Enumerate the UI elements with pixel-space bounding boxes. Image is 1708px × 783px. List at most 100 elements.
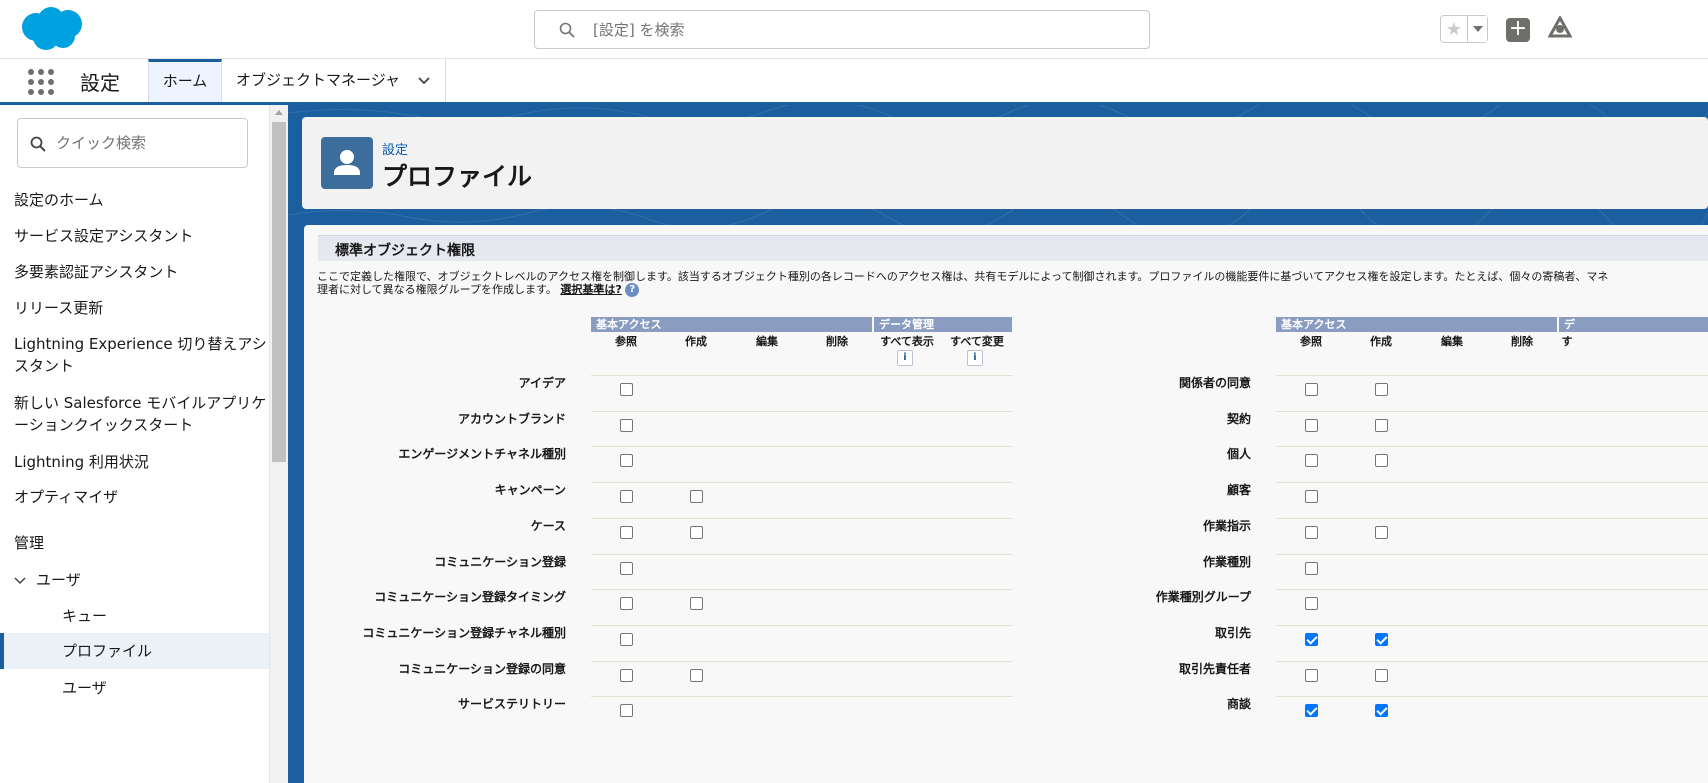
quick-find[interactable] — [17, 118, 248, 168]
read-checkbox[interactable] — [1305, 597, 1318, 611]
chevron-down-icon[interactable] — [417, 74, 431, 88]
salesforce-logo[interactable] — [18, 5, 86, 53]
info-icon[interactable]: i — [967, 350, 983, 366]
sidebar-item-release-updates[interactable]: リリース更新 — [14, 297, 269, 319]
read-checkbox[interactable] — [620, 490, 633, 504]
sidebar-item-optimizer[interactable]: オプティマイザ — [14, 486, 269, 508]
sidebar-item-setup-home[interactable]: 設定のホーム — [14, 189, 269, 211]
group-data-management-right: デ — [1559, 317, 1708, 332]
object-name-label: 取引先 — [1214, 625, 1251, 640]
tab-object-manager-label: オブジェクトマネージャ — [236, 71, 400, 89]
create-checkbox[interactable] — [1375, 668, 1388, 682]
create-checkbox[interactable] — [690, 490, 703, 504]
tab-object-manager[interactable]: オブジェクトマネージャ — [222, 59, 446, 103]
favorites-control[interactable]: ★ — [1440, 15, 1488, 43]
table-row — [1276, 482, 1708, 518]
sidebar-item-lightning-transition[interactable]: Lightning Experience 切り替えアシスタント — [14, 333, 269, 377]
app-name: 設定 — [80, 71, 120, 95]
read-checkbox[interactable] — [620, 561, 633, 575]
object-name-label: 個人 — [1226, 447, 1251, 462]
breadcrumb[interactable]: 設定 — [382, 139, 408, 158]
read-checkbox[interactable] — [620, 668, 633, 682]
read-checkbox[interactable] — [1305, 418, 1318, 432]
object-permissions-panel: 標準オブジェクト権限 ここで定義した権限で、オブジェクトレベルのアクセス権を制御… — [304, 225, 1708, 783]
table-row — [591, 624, 1013, 661]
global-actions-button[interactable]: + — [1506, 18, 1530, 42]
section-title: 標準オブジェクト権限 — [335, 243, 475, 259]
table-row — [591, 410, 1013, 447]
create-checkbox[interactable] — [1375, 525, 1388, 539]
object-name-label: 関係者の同意 — [1178, 376, 1251, 390]
read-checkbox[interactable] — [1305, 668, 1318, 682]
create-checkbox[interactable] — [1375, 632, 1388, 646]
create-checkbox[interactable] — [690, 525, 703, 539]
search-icon — [30, 136, 46, 152]
scrollbar-thumb[interactable] — [272, 122, 286, 462]
object-name-label: ケース — [530, 518, 566, 533]
table-row — [1276, 660, 1708, 697]
create-checkbox[interactable] — [690, 597, 703, 611]
col-create-left: 作成 — [685, 335, 707, 348]
sidebar-item-profiles[interactable]: プロファイル — [0, 633, 269, 669]
read-checkbox[interactable] — [1305, 454, 1318, 468]
sidebar-item-service-setup-assistant[interactable]: サービス設定アシスタント — [14, 225, 269, 247]
favorites-dropdown-button[interactable] — [1467, 16, 1487, 42]
app-launcher-icon[interactable] — [26, 67, 54, 95]
page-title: プロファイル — [382, 162, 533, 191]
info-icon[interactable]: i — [897, 350, 913, 366]
read-checkbox[interactable] — [620, 632, 633, 646]
page-header: 設定 プロファイル — [302, 117, 1708, 209]
col-delete-right: 削除 — [1511, 335, 1533, 348]
read-checkbox[interactable] — [1305, 561, 1318, 575]
sidebar-item-mobile-quickstart[interactable]: 新しい Salesforce モバイルアプリケーションクイックスタート — [14, 392, 269, 436]
col-edit-right: 編集 — [1441, 335, 1463, 348]
create-checkbox[interactable] — [1375, 383, 1388, 396]
col-delete-left: 削除 — [826, 335, 848, 348]
description-line-2: 理者に対して異なる権限グループを作成します。 — [317, 283, 557, 296]
create-checkbox[interactable] — [1375, 704, 1388, 718]
read-checkbox[interactable] — [620, 383, 633, 396]
read-checkbox[interactable] — [620, 704, 633, 718]
section-description: ここで定義した権限で、オブジェクトレベルのアクセス権を制御します。該当するオブジ… — [317, 270, 1708, 297]
object-name-label: エンゲージメントチャネル種別 — [398, 447, 566, 462]
object-name-label: 顧客 — [1226, 483, 1251, 498]
sidebar-group-users[interactable]: ユーザ — [14, 569, 269, 591]
table-row — [591, 517, 1013, 554]
sidebar-item-mfa-assistant[interactable]: 多要素認証アシスタント — [14, 261, 269, 283]
table-row — [591, 553, 1013, 590]
sidebar-section-administration: 管理 — [14, 534, 45, 552]
read-checkbox[interactable] — [1305, 632, 1318, 646]
read-checkbox[interactable] — [620, 525, 633, 539]
read-checkbox[interactable] — [1305, 490, 1318, 504]
table-row — [1276, 410, 1708, 447]
read-checkbox[interactable] — [1305, 383, 1318, 396]
help-icon[interactable]: ? — [625, 283, 640, 297]
scroll-up-icon[interactable] — [275, 110, 283, 115]
global-header: ★ + — [0, 0, 1708, 58]
object-name-label: コミュニケーション登録チャネル種別 — [362, 625, 566, 640]
read-checkbox[interactable] — [1305, 525, 1318, 539]
col-read-right: 参照 — [1300, 335, 1322, 348]
read-checkbox[interactable] — [620, 597, 633, 611]
quick-find-input[interactable] — [56, 133, 236, 153]
trailhead-icon[interactable] — [1548, 16, 1572, 42]
star-icon[interactable]: ★ — [1441, 16, 1467, 42]
read-checkbox[interactable] — [620, 418, 633, 432]
selection-criteria-link[interactable]: 選択基準は? — [560, 283, 621, 296]
sidebar-scrollbar[interactable] — [269, 105, 288, 783]
description-line-2-wrap: 理者に対して異なる権限グループを作成します。 選択基準は? ? — [317, 283, 1708, 297]
read-checkbox[interactable] — [620, 454, 633, 468]
object-name-label: 作業種別グループ — [1155, 590, 1251, 605]
read-checkbox[interactable] — [1305, 704, 1318, 718]
create-checkbox[interactable] — [690, 668, 703, 682]
sidebar-item-lightning-usage[interactable]: Lightning 利用状況 — [14, 451, 269, 473]
global-search[interactable] — [534, 10, 1150, 49]
table-row — [1276, 589, 1708, 625]
group-data-management-left: データ管理 — [874, 317, 1012, 332]
profile-icon — [321, 137, 373, 189]
tab-home[interactable]: ホーム — [148, 59, 222, 103]
create-checkbox[interactable] — [1375, 418, 1388, 432]
create-checkbox[interactable] — [1375, 454, 1388, 468]
global-search-input[interactable] — [593, 19, 1113, 41]
table-row — [1276, 624, 1708, 661]
